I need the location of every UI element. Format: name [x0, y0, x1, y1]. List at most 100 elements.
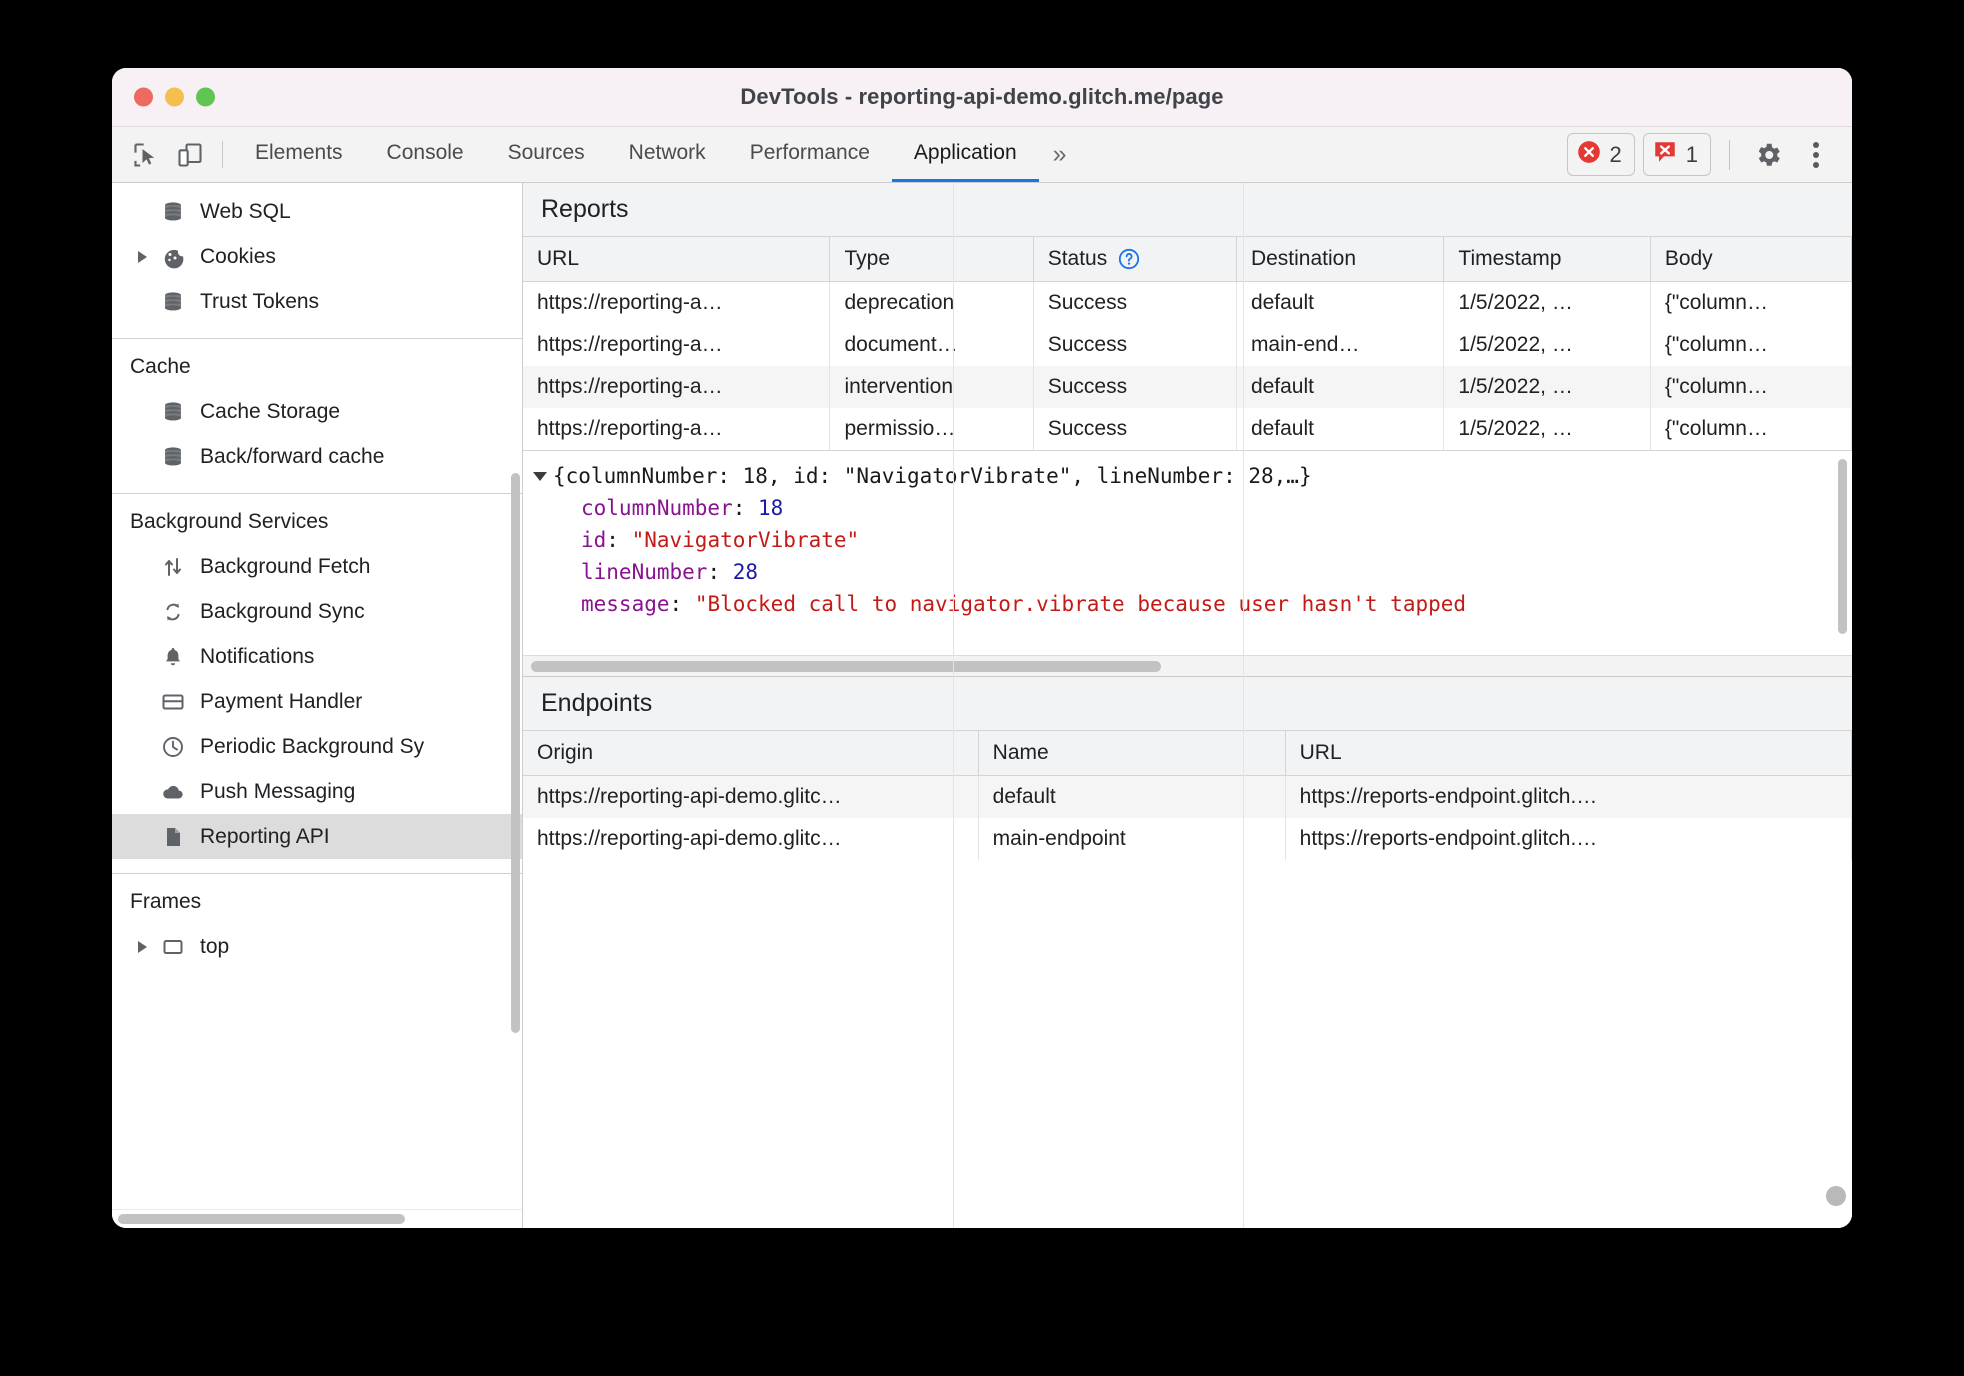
report-body-preview[interactable]: {columnNumber: 18, id: "NavigatorVibrate…: [523, 450, 1852, 655]
sidebar-horizontal-scrollbar[interactable]: [112, 1209, 522, 1228]
column-header-status[interactable]: Status: [1033, 237, 1237, 282]
frame-icon: [160, 934, 186, 960]
sidebar-item-cache-storage[interactable]: Cache Storage: [112, 389, 522, 434]
sidebar-item-periodic-background-sync[interactable]: Periodic Background Sy: [112, 724, 522, 769]
sidebar-item-cookies[interactable]: Cookies: [112, 234, 522, 279]
tab-console[interactable]: Console: [365, 127, 486, 182]
sidebar-item-trust-tokens[interactable]: Trust Tokens: [112, 279, 522, 324]
endpoints-title: Endpoints: [523, 677, 1852, 731]
more-tabs-chevron-icon[interactable]: »: [1039, 127, 1079, 182]
main-vertical-scrollbar[interactable]: [1826, 1186, 1846, 1206]
json-summary-text: {columnNumber: 18, id: "NavigatorVibrate…: [553, 464, 1312, 488]
reports-section: Reports URL Type Status Destination Time…: [523, 183, 1852, 677]
tab-sources[interactable]: Sources: [486, 127, 607, 182]
table-row[interactable]: https://reporting-a… document… Success m…: [523, 324, 1852, 366]
cell-url: https://reporting-a…: [523, 366, 831, 408]
minimize-window-button[interactable]: [165, 87, 184, 107]
sidebar-item-label: Periodic Background Sy: [200, 734, 425, 758]
sidebar-item-label: Trust Tokens: [200, 289, 320, 313]
gear-icon[interactable]: [1748, 135, 1788, 175]
cell-status: Success: [1033, 408, 1237, 450]
sidebar-item-background-fetch[interactable]: Background Fetch: [112, 544, 522, 589]
scrollbar-thumb[interactable]: [531, 660, 1162, 672]
devtools-body: Web SQL Cookies Trust Tokens Cache Cache…: [112, 183, 1852, 1228]
sidebar-item-reporting-api[interactable]: Reporting API: [112, 814, 522, 859]
json-value: "NavigatorVibrate": [631, 527, 860, 552]
device-toolbar-icon[interactable]: [168, 127, 212, 182]
cell-destination: default: [1236, 408, 1445, 450]
tab-application[interactable]: Application: [891, 127, 1039, 182]
cell-status: Success: [1033, 366, 1237, 408]
database-icon: [160, 289, 186, 315]
sidebar-item-background-sync[interactable]: Background Sync: [112, 589, 522, 634]
endpoints-empty-area: [523, 183, 1852, 1228]
column-header-url[interactable]: URL: [1285, 731, 1852, 776]
collapse-triangle-icon[interactable]: [533, 472, 547, 481]
column-header-origin[interactable]: Origin: [523, 731, 979, 776]
sidebar-item-web-sql[interactable]: Web SQL: [112, 189, 522, 234]
cell-url: https://reports-endpoint.glitch.…: [1285, 775, 1852, 818]
tab-elements[interactable]: Elements: [233, 127, 365, 182]
cell-status: Success: [1033, 281, 1237, 324]
maximize-window-button[interactable]: [196, 87, 215, 107]
console-errors-badge[interactable]: 2: [1566, 133, 1635, 176]
reports-title: Reports: [523, 183, 1852, 237]
cell-timestamp: 1/5/2022, …: [1443, 408, 1651, 450]
expand-triangle-icon[interactable]: [138, 250, 147, 263]
cell-url: https://reporting-a…: [523, 408, 831, 450]
tab-performance[interactable]: Performance: [728, 127, 892, 182]
column-label: Timestamp: [1458, 247, 1562, 270]
sidebar-group-cache: Cache: [130, 355, 191, 378]
column-header-url[interactable]: URL: [523, 237, 831, 282]
column-header-timestamp[interactable]: Timestamp: [1443, 237, 1651, 282]
close-window-button[interactable]: [134, 87, 153, 107]
table-row[interactable]: https://reporting-a… intervention Succes…: [523, 366, 1852, 408]
toolbar-right-separator: [1729, 139, 1730, 170]
credit-card-icon: [160, 689, 186, 715]
sidebar-item-back-forward-cache[interactable]: Back/forward cache: [112, 434, 522, 479]
cell-url: https://reporting-a…: [523, 324, 831, 366]
scrollbar-thumb[interactable]: [118, 1214, 405, 1224]
inspect-cursor-icon[interactable]: [124, 127, 168, 182]
window-titlebar: DevTools - reporting-api-demo.glitch.me/…: [112, 68, 1852, 127]
table-row[interactable]: https://reporting-api-demo.glitc… defaul…: [523, 775, 1852, 818]
cell-destination: main-end…: [1236, 324, 1445, 366]
json-value: 28: [732, 559, 759, 584]
table-row[interactable]: https://reporting-a… deprecation Success…: [523, 281, 1852, 324]
column-label: URL: [1299, 741, 1342, 764]
sidebar-vertical-scrollbar[interactable]: [511, 473, 520, 1033]
expand-triangle-icon[interactable]: [138, 940, 147, 953]
column-label: Origin: [537, 741, 594, 764]
column-header-destination[interactable]: Destination: [1236, 237, 1445, 282]
sidebar-item-payment-handler[interactable]: Payment Handler: [112, 679, 522, 724]
table-row[interactable]: https://reporting-api-demo.glitc… main-e…: [523, 818, 1852, 860]
column-label: Body: [1664, 247, 1713, 270]
sidebar-item-notifications[interactable]: Notifications: [112, 634, 522, 679]
help-question-icon[interactable]: [1117, 247, 1141, 271]
sidebar-group-background-services: Background Services: [130, 510, 329, 533]
json-summary-line[interactable]: {columnNumber: 18, id: "NavigatorVibrate…: [533, 461, 1852, 493]
sidebar-item-push-messaging[interactable]: Push Messaging: [112, 769, 522, 814]
clock-icon: [160, 734, 186, 760]
cell-name: default: [978, 775, 1286, 818]
endpoints-section: Endpoints Origin Name URL https://report…: [523, 183, 1852, 1228]
column-header-type[interactable]: Type: [829, 237, 1034, 282]
json-vertical-scrollbar[interactable]: [1838, 459, 1847, 634]
sidebar-tree: Web SQL Cookies Trust Tokens Cache Cache…: [112, 183, 522, 1209]
json-property-line: lineNumber: 28: [581, 559, 759, 584]
column-header-body[interactable]: Body: [1650, 237, 1852, 282]
issue-count: 1: [1685, 141, 1698, 167]
reports-table: URL Type Status Destination Timestamp Bo…: [523, 237, 1852, 450]
issues-badge[interactable]: 1: [1642, 133, 1711, 176]
kebab-menu-icon[interactable]: [1796, 135, 1836, 175]
sidebar-item-label: Push Messaging: [200, 779, 356, 803]
json-property-line: message: "Blocked call to navigator.vibr…: [581, 591, 1467, 616]
json-key: columnNumber: [581, 495, 733, 520]
tab-network[interactable]: Network: [607, 127, 728, 182]
json-horizontal-scrollbar[interactable]: [523, 655, 1852, 677]
sidebar-item-top-frame[interactable]: top: [112, 924, 522, 969]
cell-timestamp: 1/5/2022, …: [1443, 324, 1651, 366]
table-row[interactable]: https://reporting-a… permissio… Success …: [523, 408, 1852, 450]
column-header-name[interactable]: Name: [978, 731, 1286, 776]
sidebar-item-label: Background Fetch: [200, 554, 371, 578]
